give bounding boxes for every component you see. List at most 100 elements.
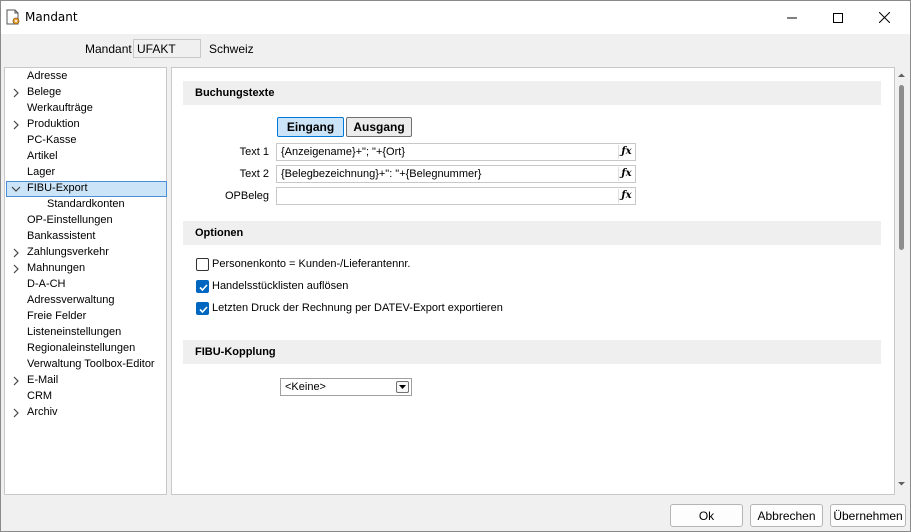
tree-item[interactable]: CRM [5,389,166,405]
opbeleg-label: OPBeleg [224,190,269,202]
chevron-right-icon[interactable] [11,406,21,420]
tree-item[interactable]: PC-Kasse [5,133,166,149]
tree-item-label: Bankassistent [27,230,96,242]
label-personenkonto: Personenkonto = Kunden-/Lieferantennr. [212,258,411,270]
tree-item[interactable]: Bankassistent [5,229,166,245]
mandant-code-field: UFAKT [133,39,201,58]
formula-icon[interactable]: ƒx [618,145,634,159]
tree-item[interactable]: Werkaufträge [5,101,166,117]
tree-item[interactable]: Adressverwaltung [5,293,166,309]
chevron-right-icon[interactable] [11,246,21,260]
tree-item[interactable]: Produktion [5,117,166,133]
section-fibu-kopplung: FIBU-Kopplung [183,340,881,364]
chevron-right-icon[interactable] [11,374,21,388]
minimize-icon [787,17,797,18]
mandant-name: Schweiz [209,42,254,56]
checkbox-datev-export[interactable] [196,302,209,315]
checkbox-handelsstuecklisten[interactable] [196,280,209,293]
maximize-icon [833,12,843,23]
checkmark-icon [199,284,208,292]
tree-item-label: Verwaltung Toolbox-Editor [27,358,155,370]
scroll-thumb[interactable] [899,85,904,250]
mandant-dialog: Mandant Mandant UFAKT Schweiz Adresse Bel… [0,0,911,532]
tree-item[interactable]: Standardkonten [5,197,166,213]
tree-item-label: Listeneinstellungen [27,326,122,338]
dropdown-button[interactable] [396,381,409,393]
tree-item[interactable]: E-Mail [5,373,166,389]
tree-item[interactable]: Zahlungsverkehr [5,245,166,261]
tree-item-label: Lager [27,166,56,178]
tree-item[interactable]: Artikel [5,149,166,165]
text2-value: {Belegbezeichnung}+": "+{Belegnummer} [281,168,482,180]
apply-button[interactable]: Übernehmen [830,504,906,527]
tree-item-label: Archiv [27,406,58,418]
tree-item[interactable]: Belege [5,85,166,101]
ok-button[interactable]: Ok [670,504,743,527]
close-button[interactable] [861,1,907,34]
formula-icon[interactable]: ƒx [618,189,634,203]
opbeleg-field[interactable]: ƒx [276,187,636,205]
text2-field[interactable]: {Belegbezeichnung}+": "+{Belegnummer} ƒx [276,165,636,183]
chevron-right-icon[interactable] [11,86,21,100]
text2-label: Text 2 [239,168,269,180]
tree-item[interactable]: Archiv [5,405,166,421]
chevron-down-icon [399,385,406,389]
tree-item-label: Produktion [27,118,80,130]
chevron-right-icon[interactable] [11,118,21,132]
document-gear-icon [5,9,21,26]
tree-item[interactable]: Adresse [5,69,166,85]
text1-field[interactable]: {Anzeigename}+"; "+{Ort} ƒx [276,143,636,161]
vertical-scrollbar[interactable] [895,67,908,495]
cancel-button[interactable]: Abbrechen [750,504,823,527]
text1-label: Text 1 [239,146,269,158]
chevron-down-icon[interactable] [11,182,21,196]
maximize-button[interactable] [815,1,861,34]
tree-item-label: CRM [27,390,53,402]
scroll-down-icon[interactable] [897,479,906,488]
label-datev-export: Letzten Druck der Rechnung per DATEV-Exp… [212,302,503,314]
tree-item-label: D-A-CH [27,278,66,290]
tree-item[interactable]: OP-Einstellungen [5,213,166,229]
tree-item-label: Mahnungen [27,262,86,274]
tree-item[interactable]: Regionaleinstellungen [5,341,166,357]
tree-item-label: PC-Kasse [27,134,77,146]
label-handelsstuecklisten: Handelsstücklisten auflösen [212,280,349,292]
tree-item-label: Belege [27,86,62,98]
section-optionen: Optionen [183,221,881,245]
fibu-kopplung-select[interactable]: <Keine> [280,378,412,396]
mandant-header: Mandant UFAKT Schweiz [1,34,910,64]
text1-value: {Anzeigename}+"; "+{Ort} [281,146,406,158]
tree-item-label: Regionaleinstellungen [27,342,136,354]
checkbox-personenkonto[interactable] [196,258,209,271]
title-bar: Mandant [1,1,910,34]
tab-eingang[interactable]: Eingang [277,117,344,137]
tree-item[interactable]: Verwaltung Toolbox-Editor [5,357,166,373]
tree-item[interactable]: Lager [5,165,166,181]
window-title: Mandant [25,10,78,24]
tree-item-label: Artikel [27,150,58,162]
tree-item[interactable]: Freie Felder [5,309,166,325]
tree-item-label: Adresse [27,70,68,82]
tree-item-label: Freie Felder [27,310,87,322]
mandant-label: Mandant [85,42,132,56]
minimize-button[interactable] [769,1,815,34]
chevron-right-icon[interactable] [11,262,21,276]
tab-ausgang[interactable]: Ausgang [346,117,412,137]
tree-item[interactable]: Mahnungen [5,261,166,277]
tree-item-label: Adressverwaltung [27,294,115,306]
fibu-kopplung-value: <Keine> [285,381,326,393]
tree-item-label: FIBU-Export [27,182,88,194]
tree-item-label: E-Mail [27,374,59,386]
tree-item[interactable]: FIBU-Export [5,181,167,197]
tree-item-label: Zahlungsverkehr [27,246,109,258]
tree-item-label: OP-Einstellungen [27,214,113,226]
tree-item[interactable]: D-A-CH [5,277,166,293]
tree-item-label: Standardkonten [47,198,125,210]
tree-item-label: Werkaufträge [27,102,93,114]
close-icon [878,12,890,23]
checkmark-icon [199,306,208,314]
settings-tree: Adresse Belege Werkaufträge Produktion PC-Ka… [4,67,167,495]
scroll-up-icon[interactable] [897,71,906,80]
formula-icon[interactable]: ƒx [618,167,634,181]
tree-item[interactable]: Listeneinstellungen [5,325,166,341]
